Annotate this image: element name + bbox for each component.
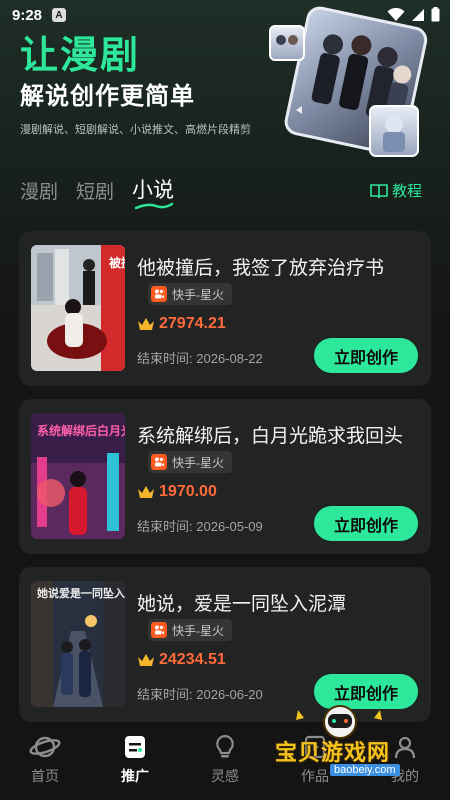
crown-icon xyxy=(138,318,154,330)
end-time-value: 2026-05-09 xyxy=(196,519,263,534)
kuaishou-icon xyxy=(151,622,167,638)
heat-value: 24234.51 xyxy=(137,651,226,669)
source-label: 快手-星火 xyxy=(172,623,224,638)
bulb-icon xyxy=(216,734,234,758)
source-badge: 快手-星火 xyxy=(148,283,232,305)
watermark-url: baobeiy.com xyxy=(330,764,400,776)
hero-title: 让漫剧 xyxy=(20,35,141,77)
cover-image[interactable]: 系统解绑后白月光跪求我回头 xyxy=(31,413,125,539)
tutorial-link[interactable]: 教程 xyxy=(370,180,422,201)
nav-item-inspiration[interactable]: 灵感 xyxy=(180,726,270,800)
nav-item-home[interactable]: 首页 xyxy=(0,726,90,800)
card-title: 他被撞后，我签了放弃治疗书 xyxy=(137,258,385,279)
source-label: 快手-星火 xyxy=(172,287,224,302)
novel-card[interactable]: 被撞后 他被撞后，我签了放弃治疗书 快手-星火 27974.21 结束时间: 2… xyxy=(19,231,431,386)
cover-title-text: 被撞后 xyxy=(109,255,125,270)
heat-number: 27974.21 xyxy=(159,315,226,332)
kuaishou-icon xyxy=(151,454,167,470)
novel-card[interactable]: 她说爱是一同坠入泥潭 她说，爱是一同坠入泥潭 快手-星火 24234.51 结束… xyxy=(19,567,431,722)
create-now-button[interactable]: 立即创作 xyxy=(314,506,418,541)
tab-duanju[interactable]: 短剧 xyxy=(76,177,114,204)
cover-title-text: 系统解绑后白月光跪求我回头 xyxy=(37,423,125,438)
cover-image[interactable]: 被撞后 xyxy=(31,245,125,371)
end-time-value: 2026-08-22 xyxy=(196,351,263,366)
heat-number: 1970.00 xyxy=(159,483,217,500)
novel-card[interactable]: 系统解绑后白月光跪求我回头 系统解绑后，白月光跪求我回头 快手-星火 1970.… xyxy=(19,399,431,554)
end-time: 结束时间: 2026-05-09 xyxy=(137,516,263,535)
source-badge: 快手-星火 xyxy=(148,619,232,641)
planet-icon xyxy=(29,736,61,758)
source-label: 快手-星火 xyxy=(172,455,224,470)
cover-title-text: 她说爱是一同坠入泥潭 xyxy=(37,586,125,600)
end-time-label: 结束时间: xyxy=(137,687,193,702)
book-icon xyxy=(370,183,388,198)
end-time-value: 2026-06-20 xyxy=(196,687,263,702)
end-time: 结束时间: 2026-08-22 xyxy=(137,348,263,367)
tab-manju[interactable]: 漫剧 xyxy=(20,177,58,204)
hero-description: 漫剧解说、短剧解说、小说推文、高燃片段精剪 xyxy=(20,124,251,136)
tutorial-label: 教程 xyxy=(391,183,422,200)
kuaishou-icon xyxy=(151,286,167,302)
hero-illustration xyxy=(269,6,428,157)
crown-icon xyxy=(138,654,154,666)
crown-icon xyxy=(138,486,154,498)
heat-value: 27974.21 xyxy=(137,315,226,333)
source-badge: 快手-星火 xyxy=(148,451,232,473)
create-now-button[interactable]: 立即创作 xyxy=(314,338,418,373)
end-time-label: 结束时间: xyxy=(137,351,193,366)
nav-label: 推广 xyxy=(121,768,149,784)
category-tabs: 漫剧 短剧 小说 xyxy=(20,174,175,210)
end-time-label: 结束时间: xyxy=(137,519,193,534)
end-time: 结束时间: 2026-06-20 xyxy=(137,684,263,703)
cover-image[interactable]: 她说爱是一同坠入泥潭 xyxy=(31,581,125,707)
notification-icon: A xyxy=(52,8,67,22)
tab-xiaoshuo[interactable]: 小说 xyxy=(132,174,175,210)
nav-item-promote[interactable]: 推广 xyxy=(90,726,180,800)
watermark-text: 宝贝游戏网 xyxy=(275,740,391,765)
nav-label: 首页 xyxy=(31,768,59,784)
heat-number: 24234.51 xyxy=(159,651,226,668)
card-title: 她说，爱是一同坠入泥潭 xyxy=(137,594,347,615)
nav-label: 灵感 xyxy=(211,768,239,784)
status-time: 9:28 xyxy=(12,6,43,24)
hero-subtitle: 解说创作更简单 xyxy=(20,83,195,110)
tab-xiaoshuo-label: 小说 xyxy=(132,179,175,202)
active-tab-indicator xyxy=(134,202,174,210)
heat-value: 1970.00 xyxy=(137,483,217,501)
promote-icon xyxy=(125,736,145,758)
card-title: 系统解绑后，白月光跪求我回头 xyxy=(137,426,404,447)
